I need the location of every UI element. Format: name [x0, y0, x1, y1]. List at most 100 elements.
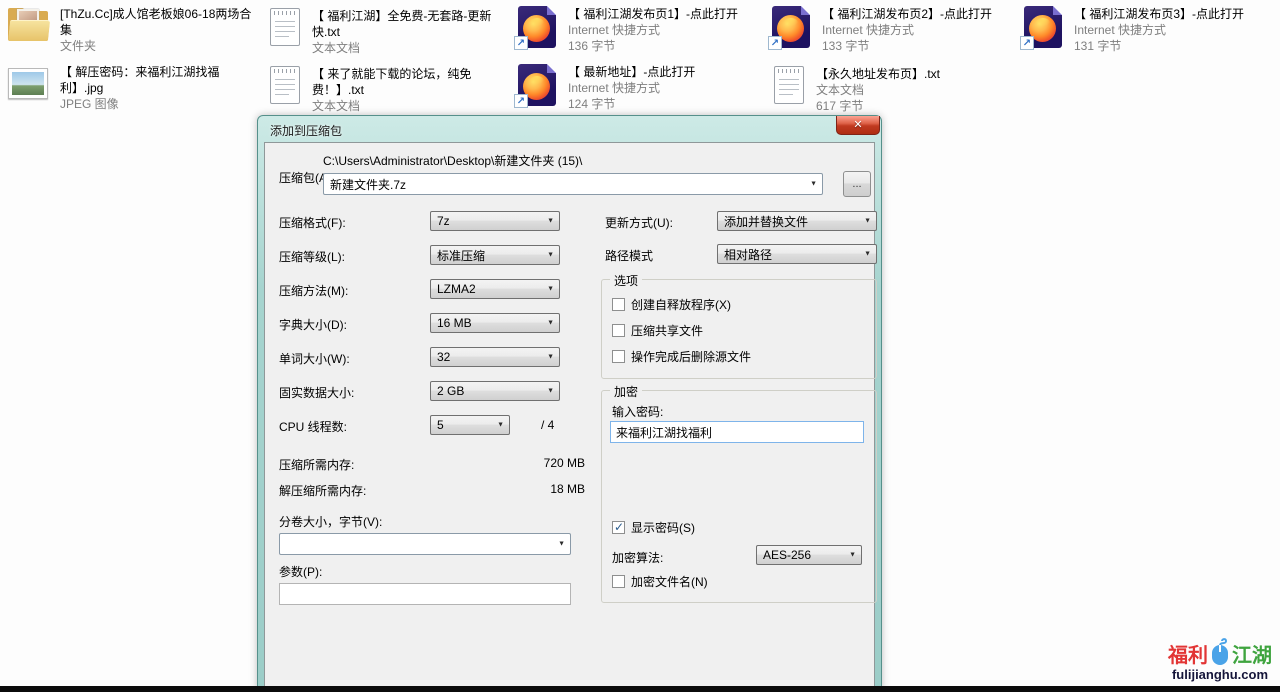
file-name: 【 解压密码：来福利江湖找福利】.jpg [60, 64, 252, 96]
desktop-item-ff3[interactable]: ↗ 【 福利江湖发布页3】-点此打开 Internet 快捷方式 131 字节 [1024, 6, 1266, 54]
file-name: 【 福利江湖发布页3】-点此打开 [1074, 6, 1266, 22]
desktop-item-ff1[interactable]: ↗ 【 福利江湖发布页1】-点此打开 Internet 快捷方式 136 字节 [518, 6, 760, 54]
file-name: [ThZu.Cc]成人馆老板娘06-18两场合集 [60, 6, 252, 38]
desktop-item-jpg[interactable]: 【 解压密码：来福利江湖找福利】.jpg JPEG 图像 [8, 64, 252, 112]
shortcut-arrow-icon: ↗ [514, 36, 528, 50]
compress-shared-checkbox[interactable]: 压缩共享文件 [612, 322, 703, 339]
path-mode-label: 路径模式 [605, 247, 653, 264]
delete-after-checkbox[interactable]: 操作完成后删除源文件 [612, 348, 751, 365]
cpu-threads-max: / 4 [541, 418, 554, 432]
checkbox-box[interactable] [612, 350, 625, 363]
cpu-threads-dropdown[interactable]: 5▼ [430, 415, 510, 435]
file-type: 文件夹 [60, 38, 252, 54]
solid-block-dropdown[interactable]: 2 GB▼ [430, 381, 560, 401]
chevron-down-icon: ▼ [864, 218, 871, 225]
bottom-black-bar [0, 686, 1280, 692]
chevron-down-icon: ▼ [547, 388, 554, 395]
volume-size-combobox[interactable]: ▼ [279, 533, 571, 555]
brand-domain: fulijianghu.com [1168, 667, 1272, 682]
dialog-titlebar[interactable]: 添加到压缩包 ✕ [258, 116, 881, 142]
volume-size-label: 分卷大小，字节(V): [279, 513, 382, 530]
desktop-item-txt2[interactable]: 【 来了就能下载的论坛，纯免费！】.txt 文本文档 [270, 66, 498, 114]
memory-compress-value: 720 MB [495, 456, 585, 470]
dictionary-label: 字典大小(D): [279, 316, 347, 333]
text-file-icon [270, 8, 300, 46]
parameters-label: 参数(P): [279, 563, 322, 580]
chevron-down-icon: ▼ [497, 422, 504, 429]
encryption-method-label: 加密算法: [612, 549, 663, 566]
format-label: 压缩格式(F): [279, 214, 346, 231]
chevron-down-icon: ▼ [547, 320, 554, 327]
checkbox-box[interactable] [612, 575, 625, 588]
method-dropdown[interactable]: LZMA2▼ [430, 279, 560, 299]
shortcut-arrow-icon: ↗ [768, 36, 782, 50]
desktop-item-ff2[interactable]: ↗ 【 福利江湖发布页2】-点此打开 Internet 快捷方式 133 字节 [772, 6, 1014, 54]
file-type: Internet 快捷方式 [822, 22, 1014, 38]
encryption-method-dropdown[interactable]: AES-256▼ [756, 545, 862, 565]
solid-block-label: 固实数据大小: [279, 384, 354, 401]
shortcut-arrow-icon: ↗ [1020, 36, 1034, 50]
image-icon [8, 68, 48, 99]
parameters-input[interactable] [279, 583, 571, 605]
dialog-content: 压缩包(A) C:\Users\Administrator\Desktop\新建… [264, 142, 875, 691]
firefox-shortcut-icon: ↗ [1024, 6, 1062, 48]
desktop-item-txt1[interactable]: 【 福利江湖】全免费-无套路-更新快.txt 文本文档 [270, 8, 498, 56]
update-mode-dropdown[interactable]: 添加并替换文件▼ [717, 211, 877, 231]
firefox-shortcut-icon: ↗ [772, 6, 810, 48]
brand-text-left: 福利 [1168, 646, 1208, 666]
checkbox-box[interactable] [612, 324, 625, 337]
method-label: 压缩方法(M): [279, 282, 348, 299]
create-sfx-checkbox[interactable]: 创建自释放程序(X) [612, 296, 731, 313]
file-type: 文本文档 [816, 82, 1008, 98]
password-input[interactable] [610, 421, 864, 443]
memory-decompress-value: 18 MB [495, 482, 585, 496]
file-size: 124 字节 [568, 96, 760, 112]
text-file-icon [774, 66, 804, 104]
firefox-shortcut-icon: ↗ [518, 6, 556, 48]
chevron-down-icon: ▼ [849, 552, 856, 559]
file-name: 【 福利江湖】全免费-无套路-更新快.txt [312, 8, 498, 40]
file-type: Internet 快捷方式 [568, 22, 760, 38]
encrypt-filenames-checkbox[interactable]: 加密文件名(N) [612, 573, 708, 590]
file-size: 617 字节 [816, 98, 1008, 114]
firefox-shortcut-icon: ↗ [518, 64, 556, 106]
shortcut-arrow-icon: ↗ [514, 94, 528, 108]
show-password-checkbox[interactable]: 显示密码(S) [612, 519, 695, 536]
file-type: 文本文档 [312, 40, 498, 56]
encryption-group: 加密 输入密码: 显示密码(S) 加密算法: AES-256▼ 加密文件名(N) [601, 390, 877, 603]
dictionary-dropdown[interactable]: 16 MB▼ [430, 313, 560, 333]
chevron-down-icon: ▼ [547, 354, 554, 361]
site-watermark: 福利 江湖 fulijianghu.com [1168, 638, 1272, 682]
chevron-down-icon: ▼ [547, 286, 554, 293]
text-file-icon [270, 66, 300, 104]
path-mode-dropdown[interactable]: 相对路径▼ [717, 244, 877, 264]
level-dropdown[interactable]: 标准压缩▼ [430, 245, 560, 265]
options-group: 选项 创建自释放程序(X) 压缩共享文件 操作完成后删除源文件 [601, 279, 877, 379]
desktop-item-folder[interactable]: [ThZu.Cc]成人馆老板娘06-18两场合集 文件夹 [8, 6, 252, 54]
browse-button[interactable]: ... [843, 171, 871, 197]
close-button[interactable]: ✕ [836, 116, 880, 135]
options-group-label: 选项 [610, 272, 642, 289]
archive-path: C:\Users\Administrator\Desktop\新建文件夹 (15… [323, 152, 582, 169]
archive-name-value: 新建文件夹.7z [330, 176, 406, 193]
file-type: Internet 快捷方式 [568, 80, 760, 96]
archive-name-combobox[interactable]: 新建文件夹.7z ▼ [323, 173, 823, 195]
brand-text-right: 江湖 [1232, 646, 1272, 666]
desktop-item-ff-latest[interactable]: ↗ 【 最新地址】-点此打开 Internet 快捷方式 124 字节 [518, 64, 760, 112]
checkbox-box[interactable] [612, 521, 625, 534]
format-dropdown[interactable]: 7z▼ [430, 211, 560, 231]
desktop-item-txt3[interactable]: 【永久地址发布页】.txt 文本文档 617 字节 [774, 66, 1008, 114]
checkbox-box[interactable] [612, 298, 625, 311]
word-size-dropdown[interactable]: 32▼ [430, 347, 560, 367]
chevron-down-icon: ▼ [558, 541, 565, 548]
chevron-down-icon: ▼ [547, 252, 554, 259]
file-type: 文本文档 [312, 98, 498, 114]
file-name: 【 最新地址】-点此打开 [568, 64, 760, 80]
cpu-threads-label: CPU 线程数: [279, 418, 347, 435]
folder-icon [8, 8, 48, 42]
dialog-title: 添加到压缩包 [270, 122, 342, 139]
memory-decompress-label: 解压缩所需内存: [279, 482, 366, 499]
password-label: 输入密码: [612, 403, 663, 420]
file-size: 133 字节 [822, 38, 1014, 54]
file-size: 136 字节 [568, 38, 760, 54]
